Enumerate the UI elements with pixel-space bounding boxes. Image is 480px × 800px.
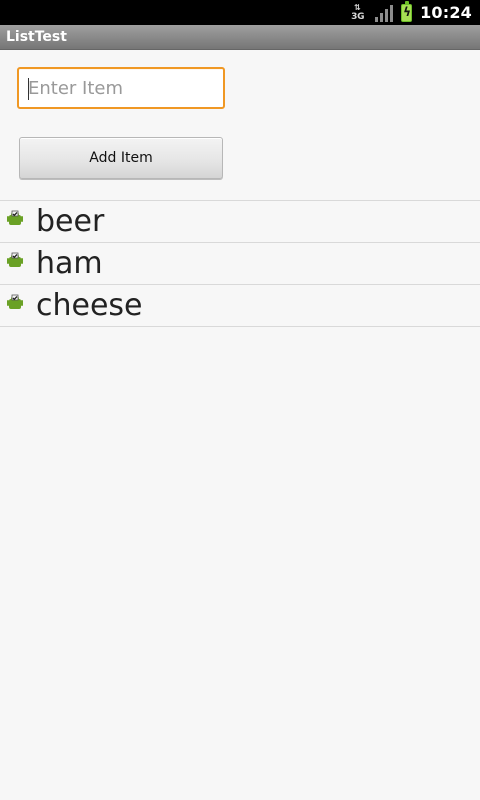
android-check-icon	[7, 252, 23, 267]
signal-strength-icon	[375, 4, 394, 22]
network-3g-icon: ⇅ 3G	[351, 3, 367, 23]
item-input-container[interactable]	[17, 67, 225, 109]
list-item-label: cheese	[36, 288, 143, 323]
list-item[interactable]: cheese	[0, 285, 480, 327]
text-cursor	[28, 78, 29, 100]
item-input[interactable]	[19, 69, 223, 107]
battery-charging-icon: ϟ	[401, 0, 413, 22]
android-check-icon	[7, 210, 23, 225]
list-item[interactable]: beer	[0, 201, 480, 243]
network-type-label: 3G	[351, 11, 365, 22]
item-list: beer ham cheese	[0, 200, 480, 327]
data-activity-icon: ⇅	[354, 2, 361, 12]
status-time: 10:24	[420, 2, 472, 22]
list-item-label: ham	[36, 246, 103, 281]
list-item[interactable]: ham	[0, 243, 480, 285]
list-item-label: beer	[36, 204, 105, 239]
app-title: ListTest	[6, 29, 67, 45]
status-bar: ⇅ 3G ϟ 10:24	[0, 0, 480, 25]
status-icons: ⇅ 3G ϟ 10:24	[351, 0, 472, 25]
android-check-icon	[7, 294, 23, 309]
charging-bolt-icon: ϟ	[403, 4, 411, 19]
add-item-button[interactable]: Add Item	[19, 137, 223, 179]
app-title-bar: ListTest	[0, 25, 480, 50]
